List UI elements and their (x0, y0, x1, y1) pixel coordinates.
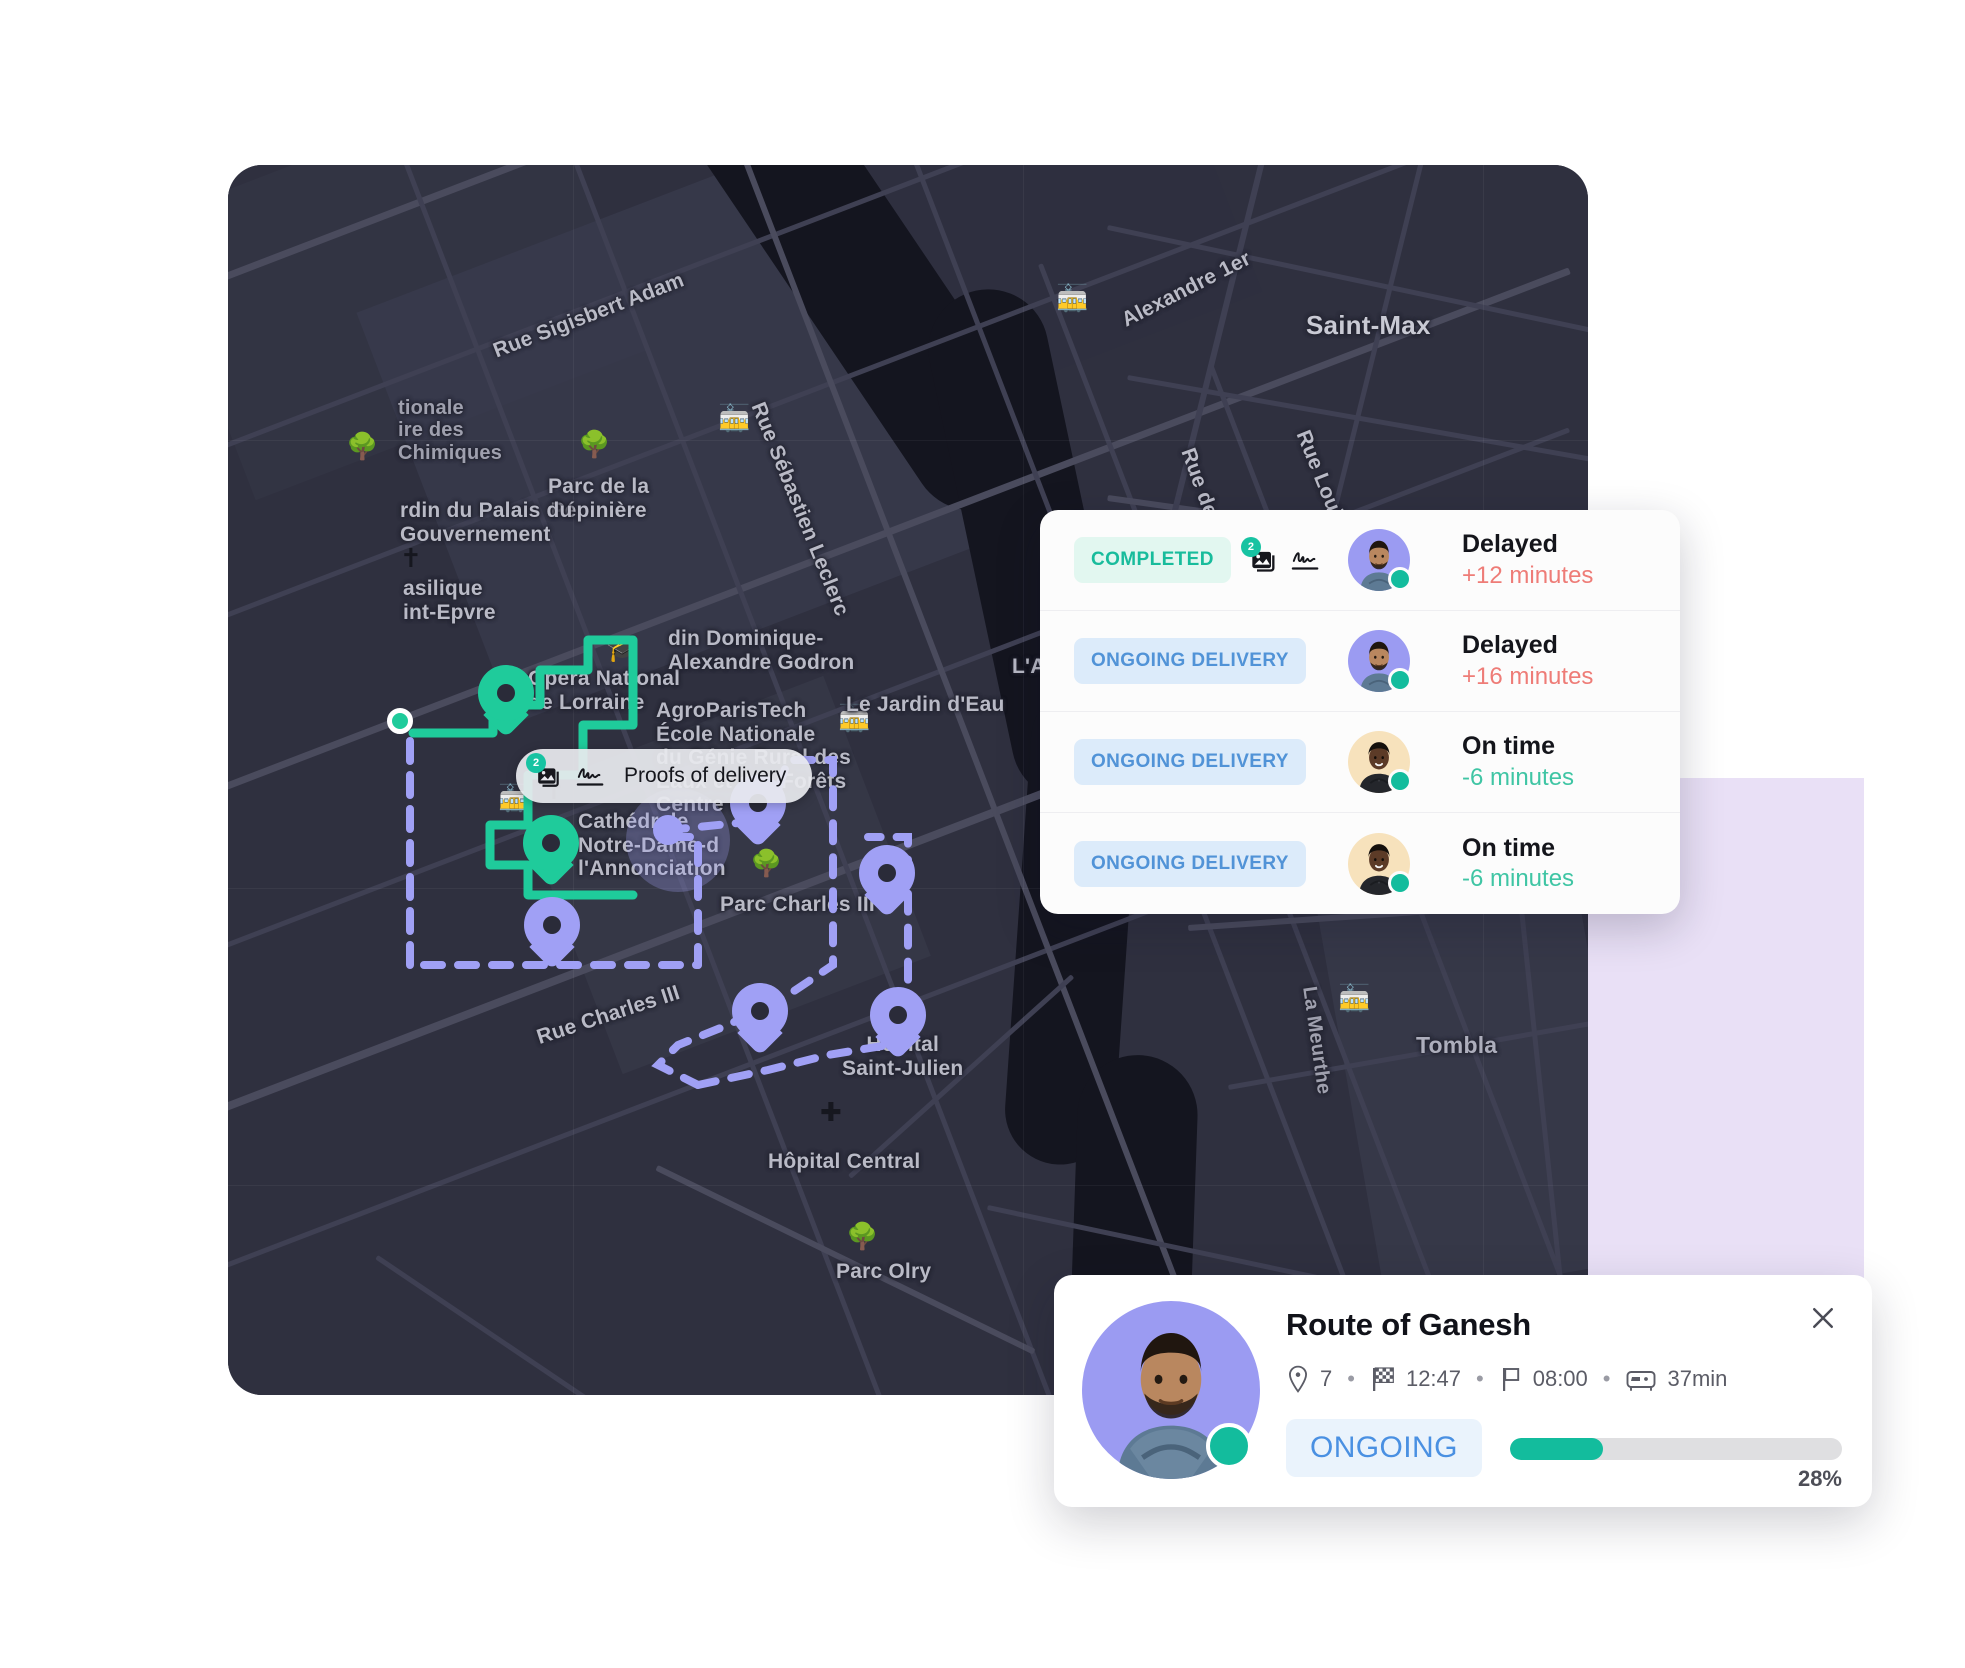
pin-hole (751, 1002, 769, 1020)
drive-time-metric: 37min (1625, 1366, 1727, 1392)
delivery-row[interactable]: COMPLETED 2 Delayed +12 minutes (1040, 510, 1680, 611)
proofs-of-delivery-tooltip[interactable]: 2 Proofs of delivery (516, 749, 813, 803)
start-time-value: 08:00 (1532, 1366, 1588, 1391)
stop-marker-pending-5[interactable] (870, 987, 926, 1060)
stop-marker-pending-3[interactable] (859, 845, 915, 918)
delivery-timing: On time -6 minutes (1462, 833, 1652, 894)
metric-separator: • (1476, 1366, 1484, 1391)
driver-online-indicator (1206, 1423, 1252, 1469)
route-title: Route of Ganesh (1286, 1307, 1532, 1342)
courier-avatar[interactable] (1348, 630, 1412, 692)
delivery-timing: On time -6 minutes (1462, 731, 1652, 792)
stops-metric: 7 (1286, 1365, 1332, 1393)
courier-avatar[interactable] (1348, 529, 1412, 591)
courier-online-indicator (1388, 567, 1412, 591)
progress-percent-label: 28% (1797, 1466, 1842, 1491)
image-icon: 2 (526, 753, 564, 791)
courier-online-indicator (1388, 870, 1412, 895)
courier-avatar[interactable] (1348, 832, 1412, 895)
route-metadata-row: 7 • 12:47 • 08:00 • 37min (1286, 1365, 1842, 1393)
proof-count-badge: 2 (526, 753, 546, 773)
delivery-timing: Delayed +12 minutes (1462, 529, 1652, 590)
proof-count-badge: 2 (1240, 537, 1261, 557)
delivery-delta-text: +12 minutes (1462, 561, 1594, 589)
driver-avatar (1082, 1301, 1260, 1479)
route-start-point[interactable] (387, 708, 413, 734)
current-vehicle-marker[interactable] (653, 815, 683, 845)
delivery-status-text: Delayed (1462, 631, 1558, 660)
proof-icons[interactable]: 2 (1240, 537, 1321, 575)
delivery-row[interactable]: ONGOING DELIVERY On time -6 minutes (1040, 712, 1680, 813)
courier-online-indicator (1388, 769, 1412, 793)
pin-hole (543, 916, 561, 934)
metric-separator: • (1602, 1366, 1611, 1391)
route-detail-card[interactable]: Route of Ganesh 7 • 12:47 • 08:00 • 37mi… (1054, 1275, 1872, 1507)
eta-value: 12:47 (1405, 1366, 1462, 1391)
checkered-flag-icon (1372, 1367, 1394, 1391)
pin-hole (497, 684, 515, 702)
stop-marker-pending-2[interactable] (524, 897, 580, 970)
delivery-status-badge: ONGOING DELIVERY (1074, 739, 1306, 785)
delivery-delta-text: -6 minutes (1462, 763, 1575, 791)
progress-fill (1509, 1438, 1603, 1460)
eta-metric: 12:47 (1370, 1365, 1461, 1393)
delivery-status-text: On time (1462, 732, 1556, 761)
location-pin-icon (1289, 1365, 1307, 1393)
car-icon (1627, 1371, 1656, 1391)
delivery-status-badge: ONGOING DELIVERY (1074, 840, 1306, 887)
metric-separator: • (1347, 1366, 1355, 1391)
stops-count: 7 (1320, 1366, 1333, 1391)
delivery-row[interactable]: ONGOING DELIVERY Delayed +16 minutes (1040, 611, 1680, 712)
stop-marker-pending-4[interactable] (732, 983, 788, 1056)
pin-hole (889, 1006, 907, 1024)
proofs-of-delivery-label: Proofs of delivery (624, 764, 787, 787)
screenshot-root: 🌳 🌳 ✝ ✝ 🌳 🎓 ✚ 🌳 🚋 🚋 🚋 🚋 🚋 Rue Sigisbert … (0, 0, 1965, 1668)
image-icon[interactable]: 2 (1240, 537, 1279, 575)
courier-online-indicator (1388, 668, 1412, 692)
stop-marker-completed-1[interactable] (478, 665, 534, 738)
stop-marker-completed-2[interactable] (523, 815, 579, 888)
delivery-status-badge: ONGOING DELIVERY (1074, 638, 1306, 684)
flag-icon (1502, 1368, 1519, 1391)
delivery-delta-text: -6 minutes (1462, 865, 1575, 893)
pin-hole (542, 834, 560, 852)
delivery-status-badge: COMPLETED (1074, 537, 1231, 583)
courier-avatar[interactable] (1348, 731, 1412, 793)
delivery-row[interactable]: ONGOING DELIVERY On time -6 minutes (1040, 813, 1680, 914)
drive-time-value: 37min (1667, 1366, 1728, 1391)
pin-hole (878, 864, 896, 882)
delivery-delta-text: +16 minutes (1462, 662, 1594, 690)
start-time-metric: 08:00 (1499, 1365, 1588, 1393)
progress-track (1509, 1438, 1842, 1460)
delivery-timing: Delayed +16 minutes (1462, 630, 1652, 691)
delivery-status-text: Delayed (1462, 530, 1558, 559)
route-status-pill: ONGOING (1286, 1419, 1482, 1477)
delivery-status-text: On time (1462, 833, 1556, 862)
route-progress: 28% (1509, 1436, 1842, 1491)
signature-icon[interactable] (1291, 545, 1321, 575)
deliveries-list-panel[interactable]: COMPLETED 2 Delayed +12 minutes ONGOING DELI… (1040, 510, 1680, 914)
signature-icon (576, 761, 606, 791)
close-icon[interactable] (1806, 1301, 1840, 1335)
